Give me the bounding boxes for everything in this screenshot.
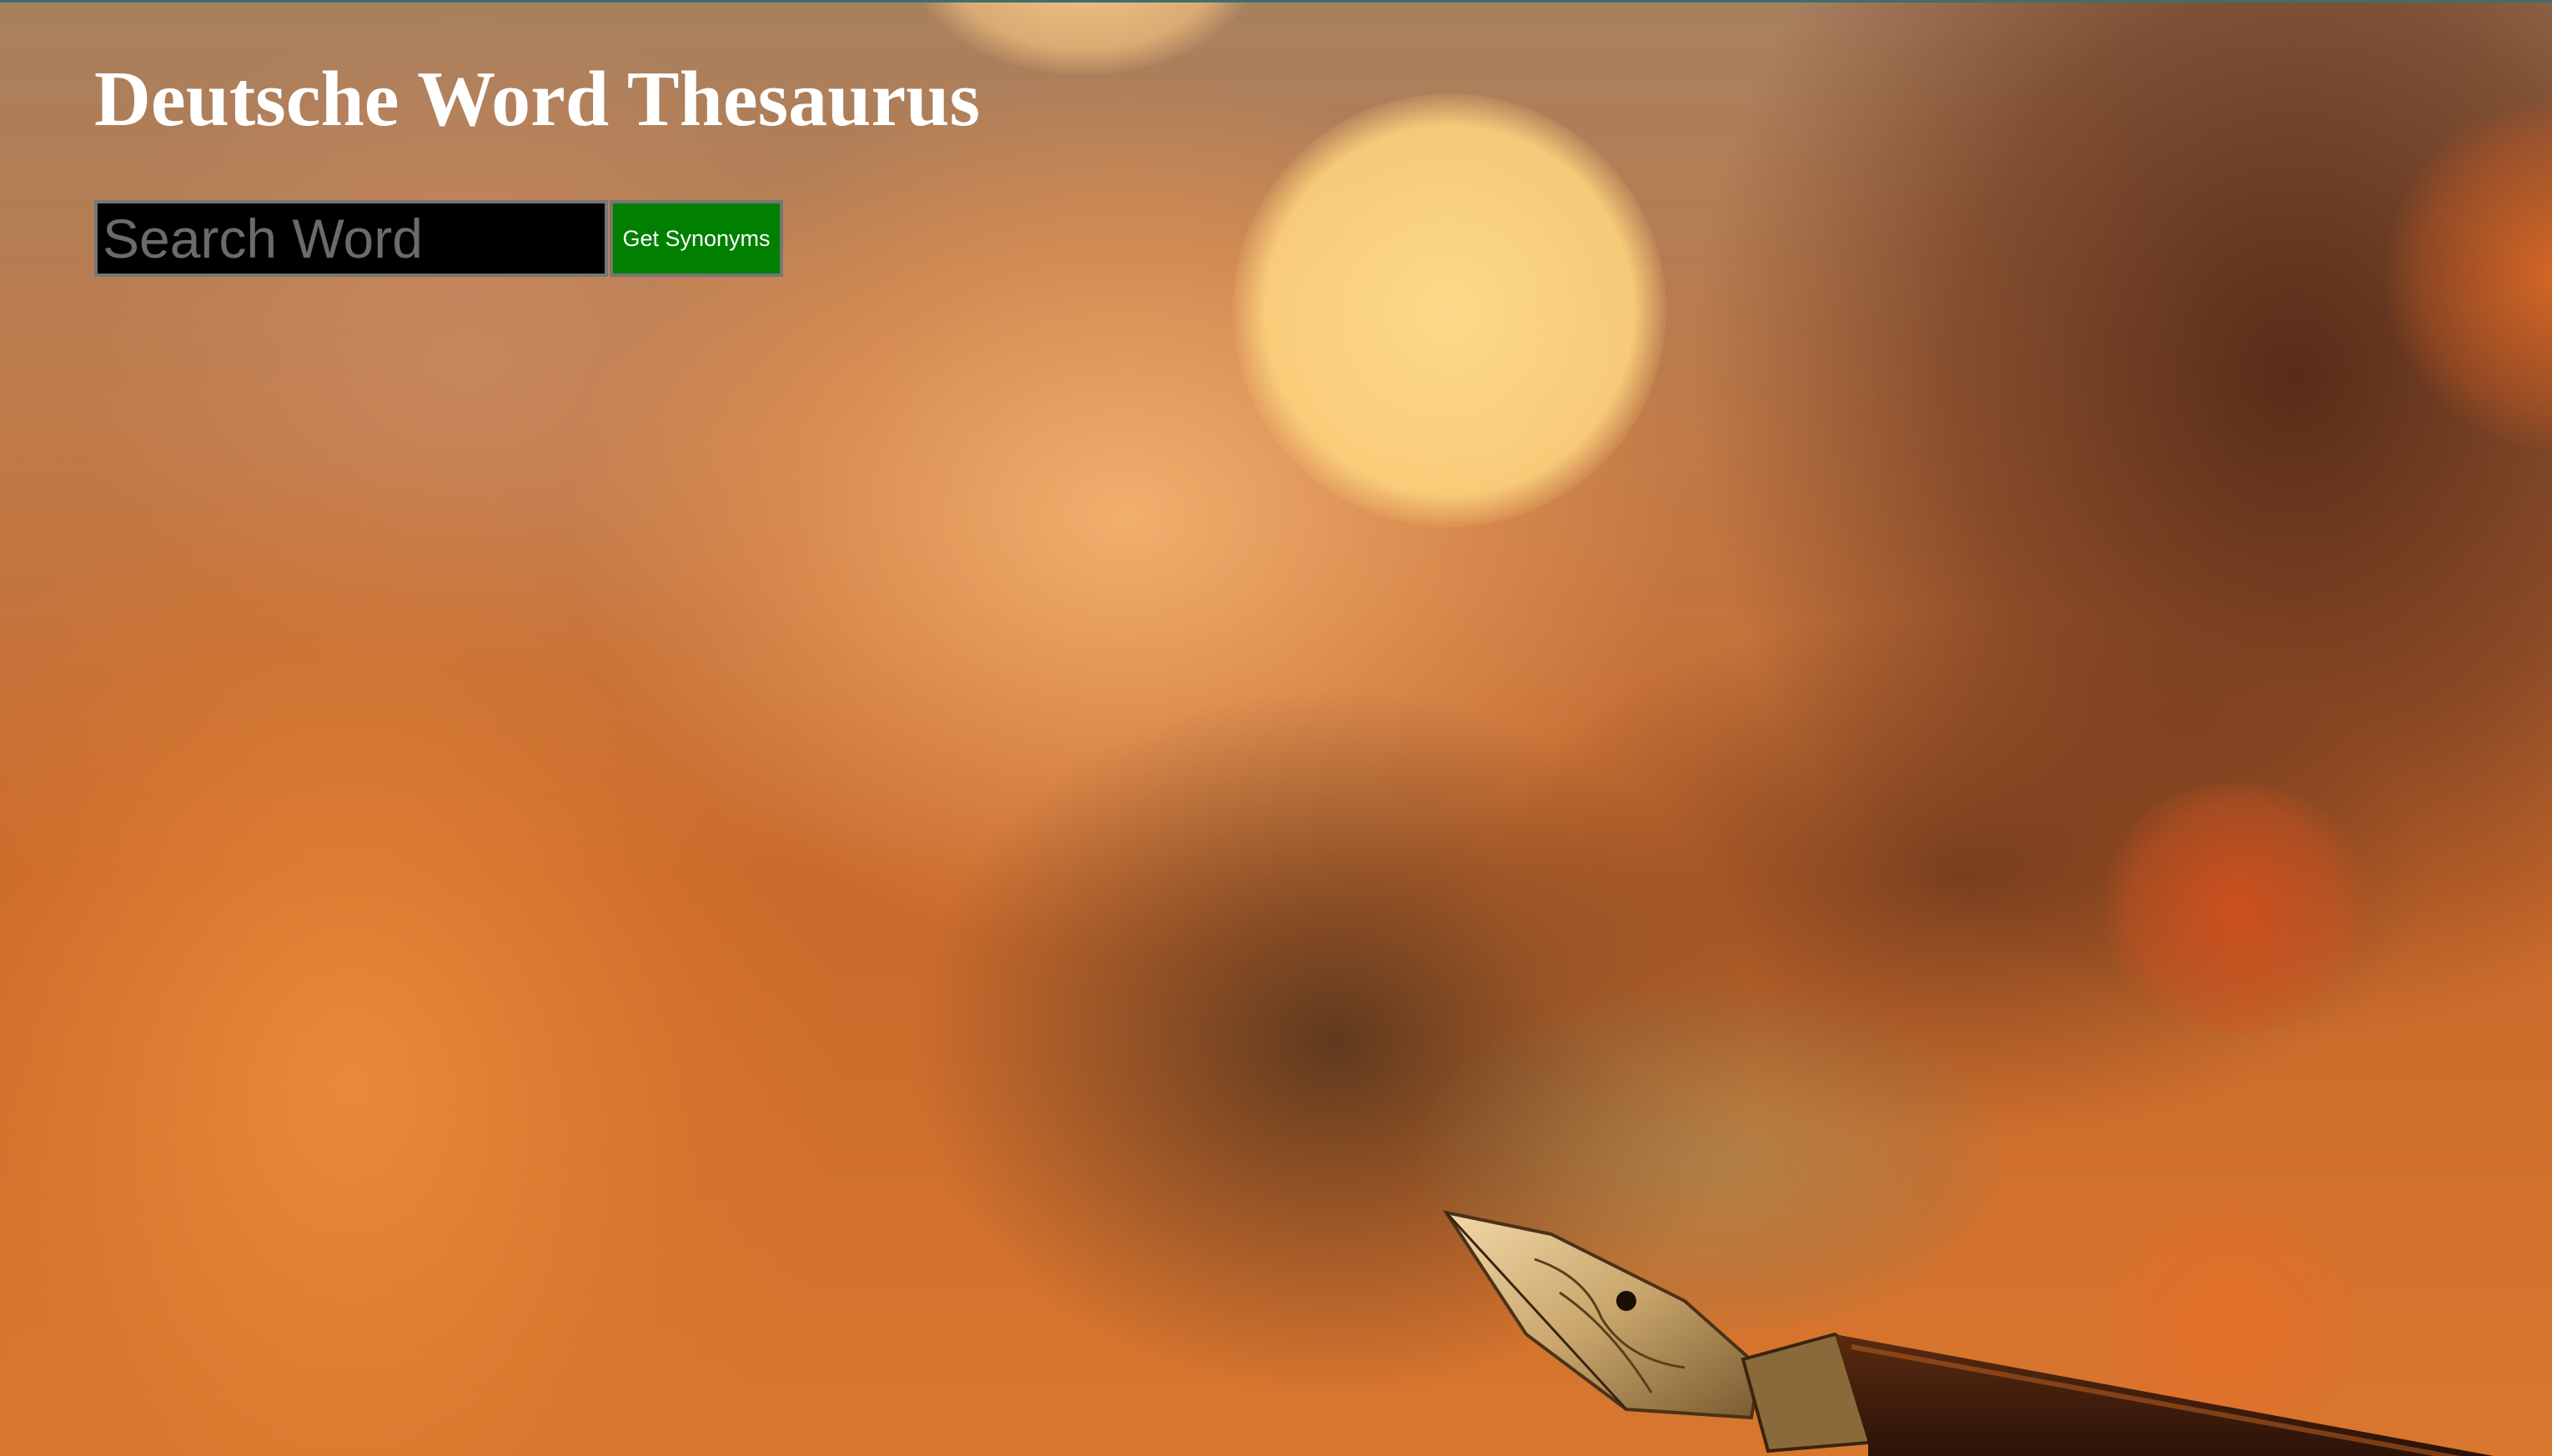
get-synonyms-button[interactable]: Get Synonyms [610,200,783,277]
search-form: Get Synonyms [94,200,783,277]
top-border [0,0,2552,3]
fountain-pen-nib-image [1442,1210,2494,1456]
page-title: Deutsche Word Thesaurus [94,56,981,143]
search-word-input[interactable] [94,200,608,277]
